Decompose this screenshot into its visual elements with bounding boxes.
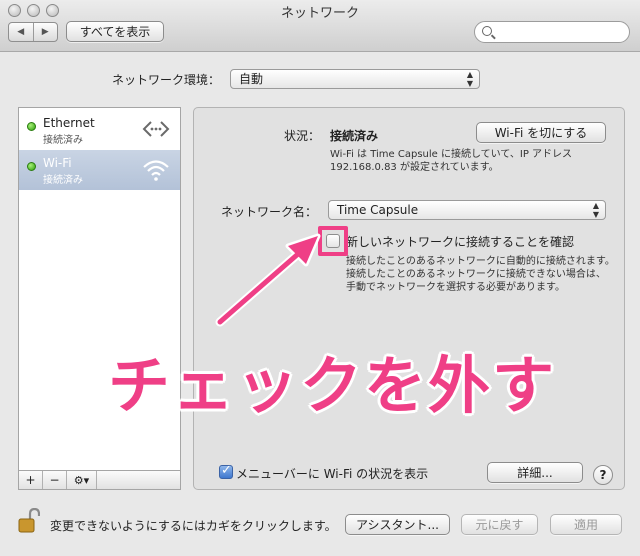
gear-icon[interactable]: ⚙▾	[67, 471, 97, 489]
service-list: Ethernet 接続済み Wi-Fi 接続済み	[18, 107, 181, 490]
wifi-icon	[143, 160, 169, 181]
annotation-text: チェックを外す	[108, 349, 557, 422]
status-description-2: 192.168.0.83 が設定されています。	[330, 162, 499, 173]
ask-join-description-2: 接続したことのあるネットワークに接続できない場合は、	[346, 269, 606, 280]
service-item-ethernet[interactable]: Ethernet 接続済み	[19, 110, 180, 150]
back-icon[interactable]: ◀	[9, 23, 33, 41]
ask-join-label: 新しいネットワークに接続することを確認	[346, 235, 575, 249]
ask-join-description-3: 手動でネットワークを選択する必要があります。	[346, 282, 565, 293]
location-popup[interactable]: 自動 ▲ ▼	[230, 69, 480, 89]
help-button[interactable]: ?	[593, 465, 613, 485]
lock-text: 変更できないようにするにはカギをクリックします。	[50, 519, 337, 533]
status-label: 状況：	[284, 129, 321, 143]
lock-icon[interactable]	[18, 508, 40, 534]
status-connected-icon	[27, 162, 36, 171]
window-title: ネットワーク	[280, 6, 359, 21]
revert-button[interactable]: 元に戻す	[461, 514, 538, 535]
search-input[interactable]	[474, 21, 630, 43]
add-service-button[interactable]: +	[19, 471, 43, 489]
network-name-popup[interactable]: Time Capsule ▲ ▼	[328, 200, 606, 220]
popup-arrows-icon: ▲ ▼	[592, 201, 599, 219]
forward-icon[interactable]: ▶	[32, 23, 58, 41]
service-item-wifi[interactable]: Wi-Fi 接続済み	[19, 150, 180, 190]
status-description-1: Wi-Fi は Time Capsule に接続していて、IP アドレス	[330, 149, 573, 160]
network-name-label: ネットワーク名：	[221, 205, 318, 219]
window-titlebar: ネットワーク ◀ ▶ すべてを表示	[0, 0, 640, 52]
search-icon	[482, 26, 492, 36]
wifi-off-button[interactable]: Wi-Fi を切にする	[476, 122, 606, 143]
menubar-checkbox[interactable]	[219, 463, 233, 479]
back-forward-control[interactable]: ◀ ▶	[8, 22, 58, 42]
service-status: 接続済み	[43, 135, 83, 146]
service-list-controls: + − ⚙▾	[18, 470, 181, 490]
location-value: 自動	[239, 72, 264, 86]
menubar-label: メニューバーに Wi-Fi の状況を表示	[236, 467, 429, 481]
ethernet-icon	[142, 121, 170, 137]
assistant-button[interactable]: アシスタント...	[345, 514, 450, 535]
remove-service-button[interactable]: −	[43, 471, 67, 489]
popup-arrows-icon: ▲ ▼	[466, 70, 473, 88]
ask-join-description-1: 接続したことのあるネットワークに自動的に接続されます。	[346, 256, 615, 267]
service-name: Ethernet	[43, 116, 95, 130]
status-connected-icon	[27, 122, 36, 131]
apply-button[interactable]: 適用	[550, 514, 622, 535]
network-name-value: Time Capsule	[337, 203, 419, 217]
service-name: Wi-Fi	[43, 156, 72, 170]
location-label: ネットワーク環境：	[112, 73, 221, 87]
service-status: 接続済み	[43, 175, 83, 186]
status-value: 接続済み	[330, 129, 379, 143]
show-all-button[interactable]: すべてを表示	[66, 21, 164, 42]
annotation-arrow-icon	[215, 233, 321, 327]
advanced-button[interactable]: 詳細...	[487, 462, 583, 483]
